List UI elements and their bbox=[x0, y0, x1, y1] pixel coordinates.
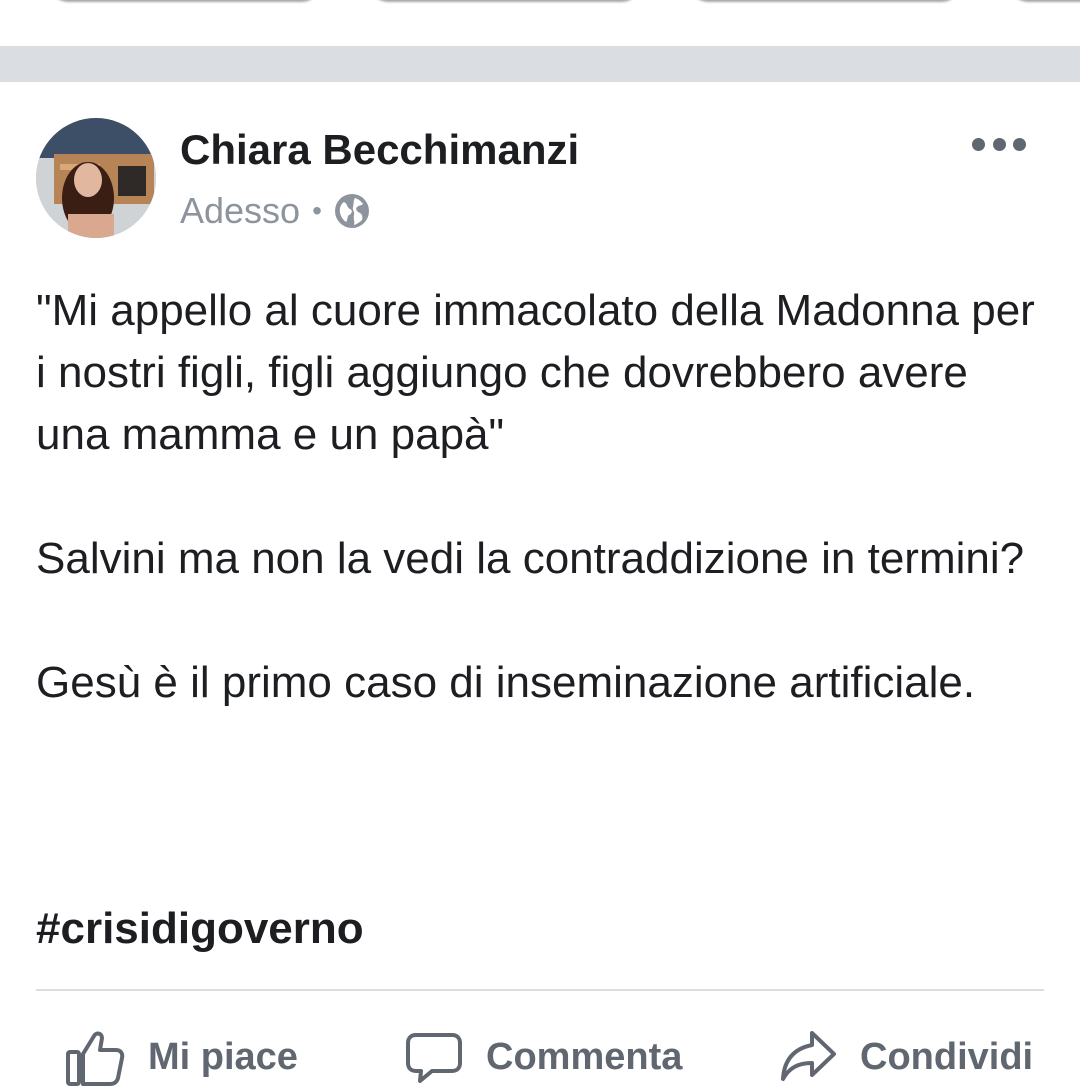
action-bar: Mi piace Commenta Condividi bbox=[0, 1022, 1080, 1092]
hashtag-link[interactable]: #crisidigoverno bbox=[36, 904, 364, 954]
post-paragraph: "Mi appello al cuore immacolato della Ma… bbox=[36, 286, 1035, 459]
feed-separator bbox=[0, 46, 1080, 82]
author-name[interactable]: Chiara Becchimanzi bbox=[180, 126, 579, 174]
post-card: Chiara Becchimanzi Adesso • "Mi appello … bbox=[0, 82, 1080, 1086]
more-dot bbox=[972, 137, 985, 151]
meta-separator: • bbox=[312, 195, 322, 226]
globe-icon[interactable] bbox=[334, 193, 370, 229]
post-paragraph: Gesù è il primo caso di inseminazione ar… bbox=[36, 658, 976, 707]
post-paragraph: Salvini ma non la vedi la contraddizione… bbox=[36, 534, 1025, 583]
more-dot bbox=[992, 137, 1006, 151]
more-options-icon[interactable] bbox=[972, 132, 1026, 156]
share-button[interactable]: Condividi bbox=[778, 1022, 1033, 1092]
thumbs-up-icon bbox=[66, 1031, 125, 1086]
post-meta: Adesso • bbox=[180, 190, 370, 232]
actions-divider bbox=[36, 989, 1044, 991]
comment-label: Commenta bbox=[486, 1035, 683, 1078]
comment-icon bbox=[406, 1033, 462, 1083]
stories-strip bbox=[0, 0, 1080, 46]
like-label: Mi piace bbox=[148, 1035, 298, 1078]
avatar[interactable] bbox=[36, 118, 156, 238]
share-arrow-icon bbox=[781, 1031, 836, 1081]
share-label: Condividi bbox=[860, 1035, 1034, 1078]
like-button[interactable]: Mi piace bbox=[64, 1022, 298, 1092]
post-timestamp[interactable]: Adesso bbox=[180, 190, 300, 232]
comment-button[interactable]: Commenta bbox=[404, 1022, 682, 1092]
avatar-photo bbox=[36, 118, 156, 238]
post-body: "Mi appello al cuore immacolato della Ma… bbox=[36, 280, 1046, 714]
more-dot bbox=[1013, 137, 1026, 151]
